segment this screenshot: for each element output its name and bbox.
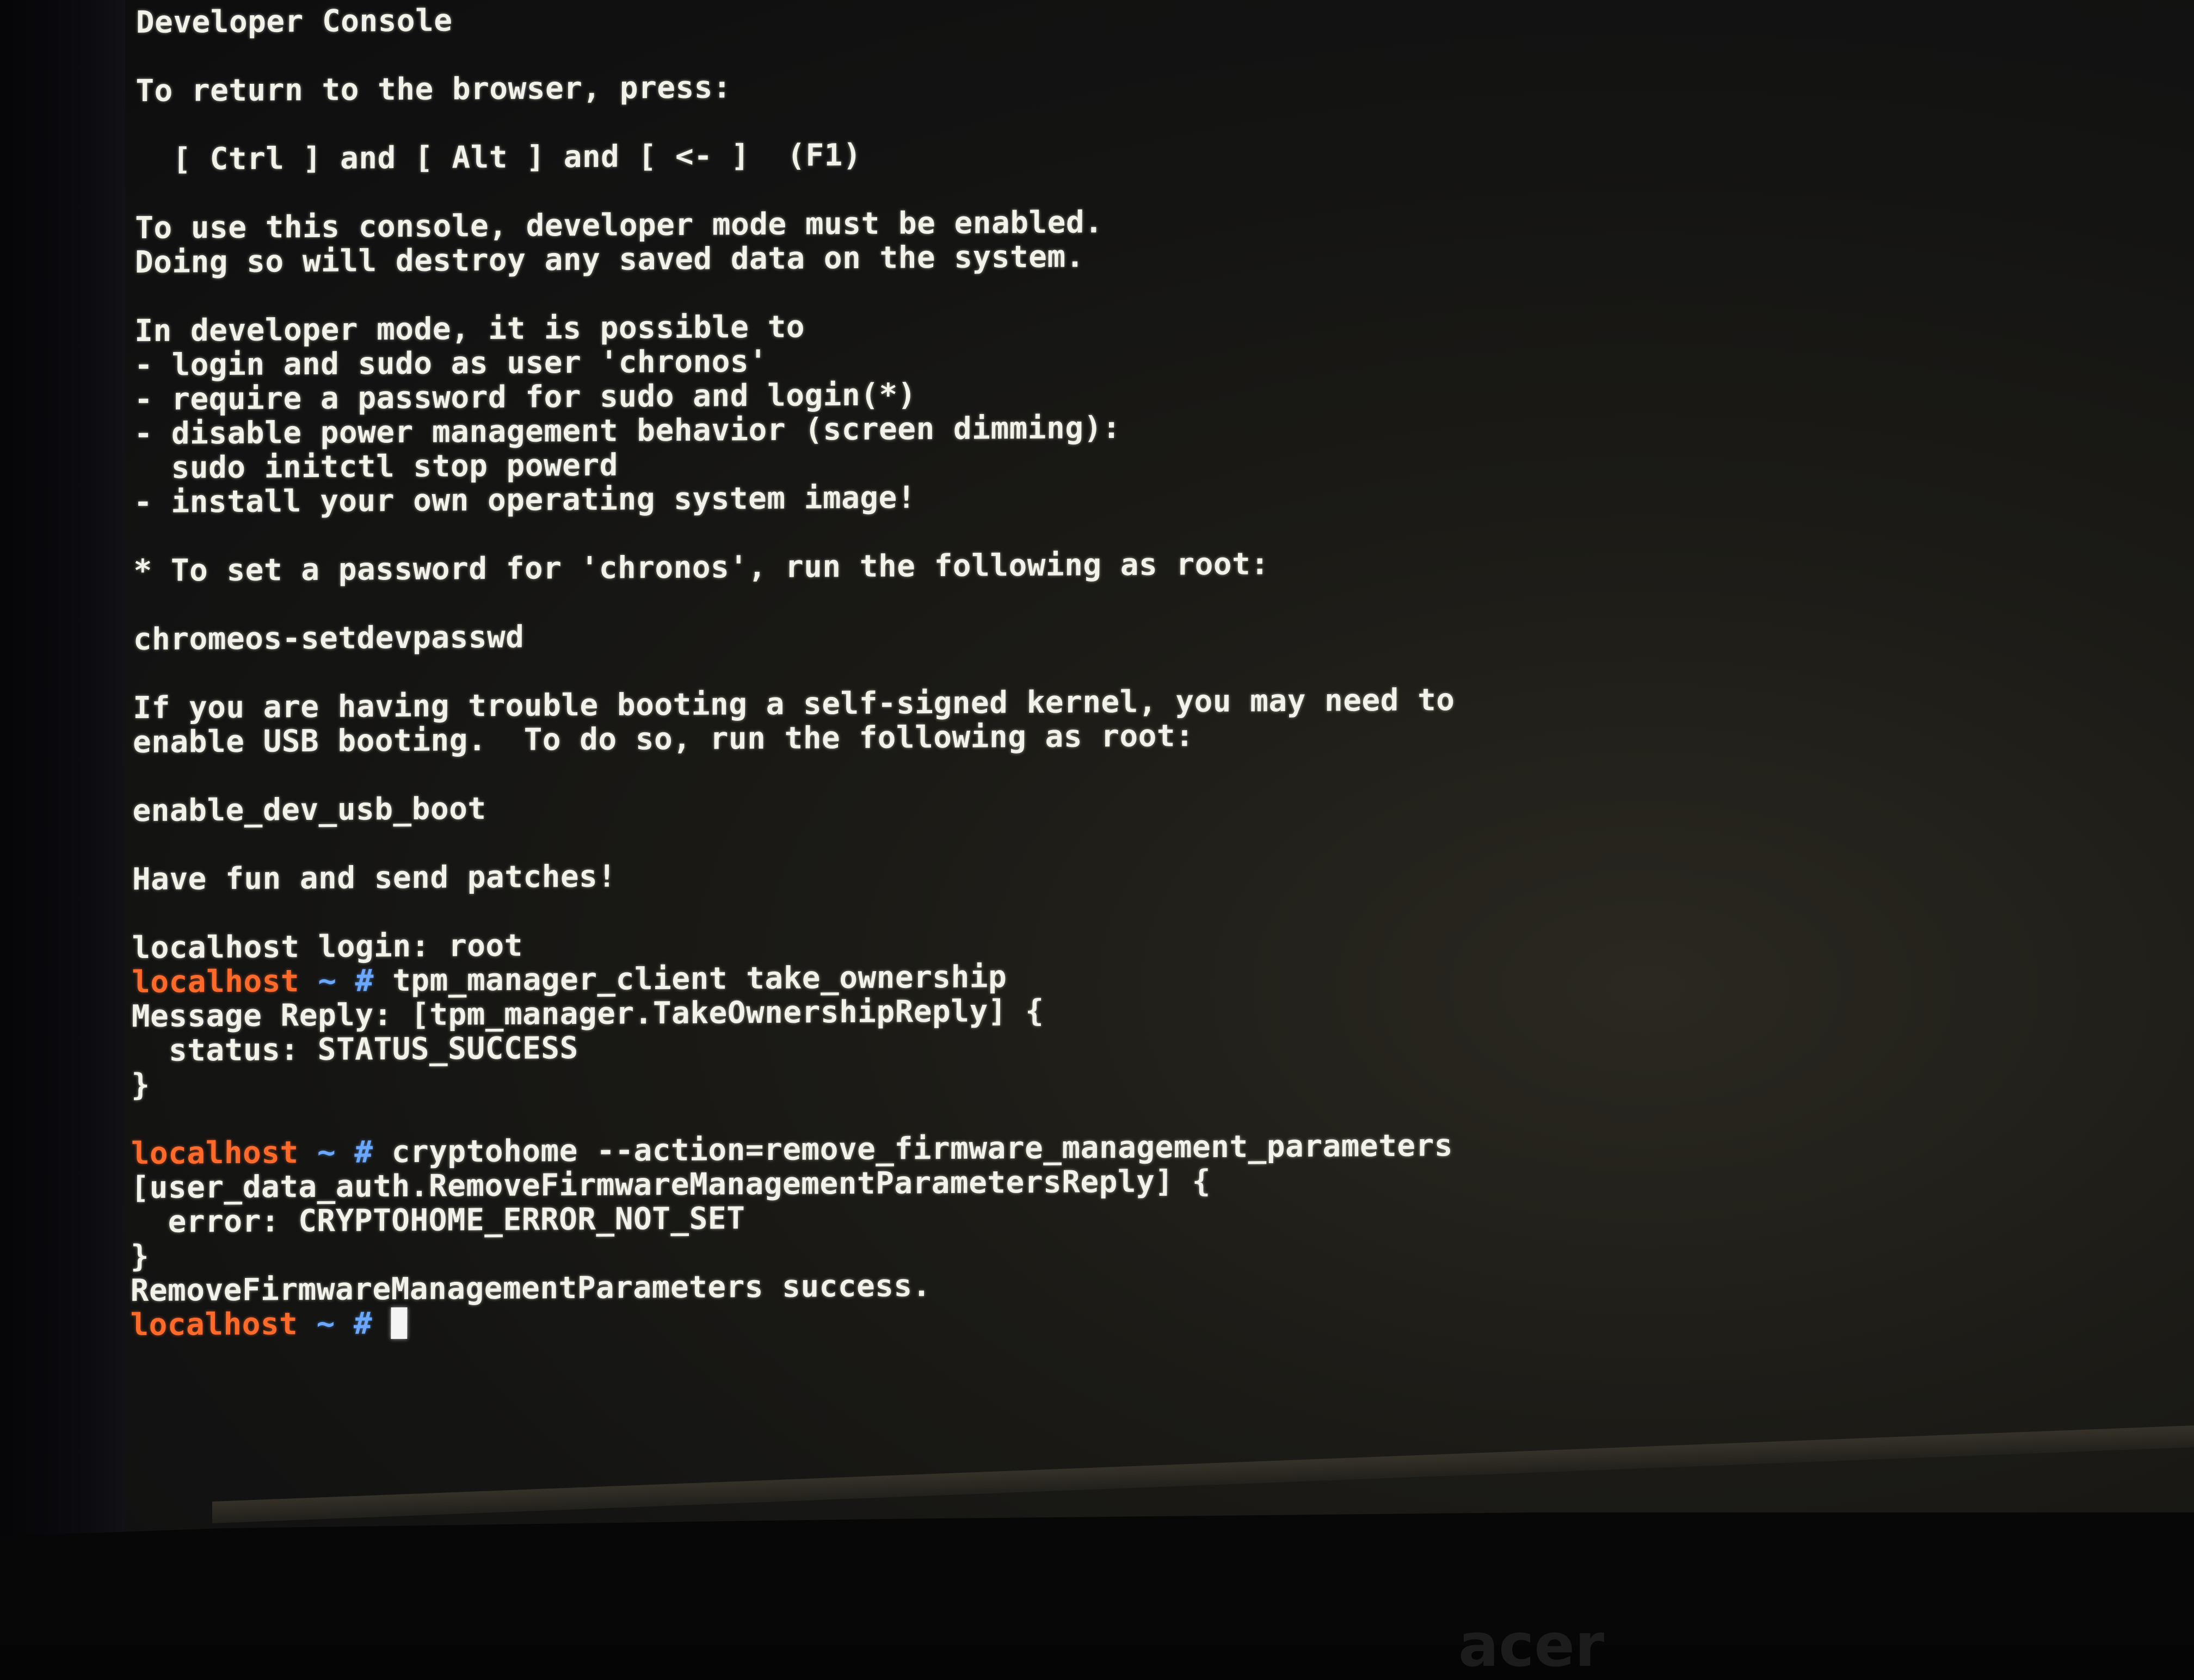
prompt-host: localhost <box>132 963 300 1000</box>
prompt-symbol: ~ # <box>299 963 393 999</box>
monitor-left-bezel <box>0 0 125 1645</box>
developer-console[interactable]: Developer Console To return to the brows… <box>130 0 1458 1343</box>
password-note: * To set a password for 'chronos', run t… <box>133 546 1269 589</box>
command-text: cryptohome --action=remove_firmware_mana… <box>391 1128 1453 1170</box>
prompt-host: localhost <box>130 1306 298 1343</box>
monitor-bottom-bezel <box>0 1512 2194 1645</box>
command-line: localhost ~ # cryptohome --action=remove… <box>131 1128 1453 1171</box>
monitor-brand-logo: acer <box>1458 1610 1605 1680</box>
prompt-host: localhost <box>131 1135 299 1172</box>
command-text: tpm_manager_client take_ownership <box>392 959 1007 999</box>
usb-note: If you are having trouble booting a self… <box>133 682 1455 726</box>
prompt-symbol: ~ # <box>298 1134 392 1171</box>
prompt-symbol: ~ # <box>298 1306 391 1342</box>
text-cursor[interactable] <box>391 1307 408 1339</box>
